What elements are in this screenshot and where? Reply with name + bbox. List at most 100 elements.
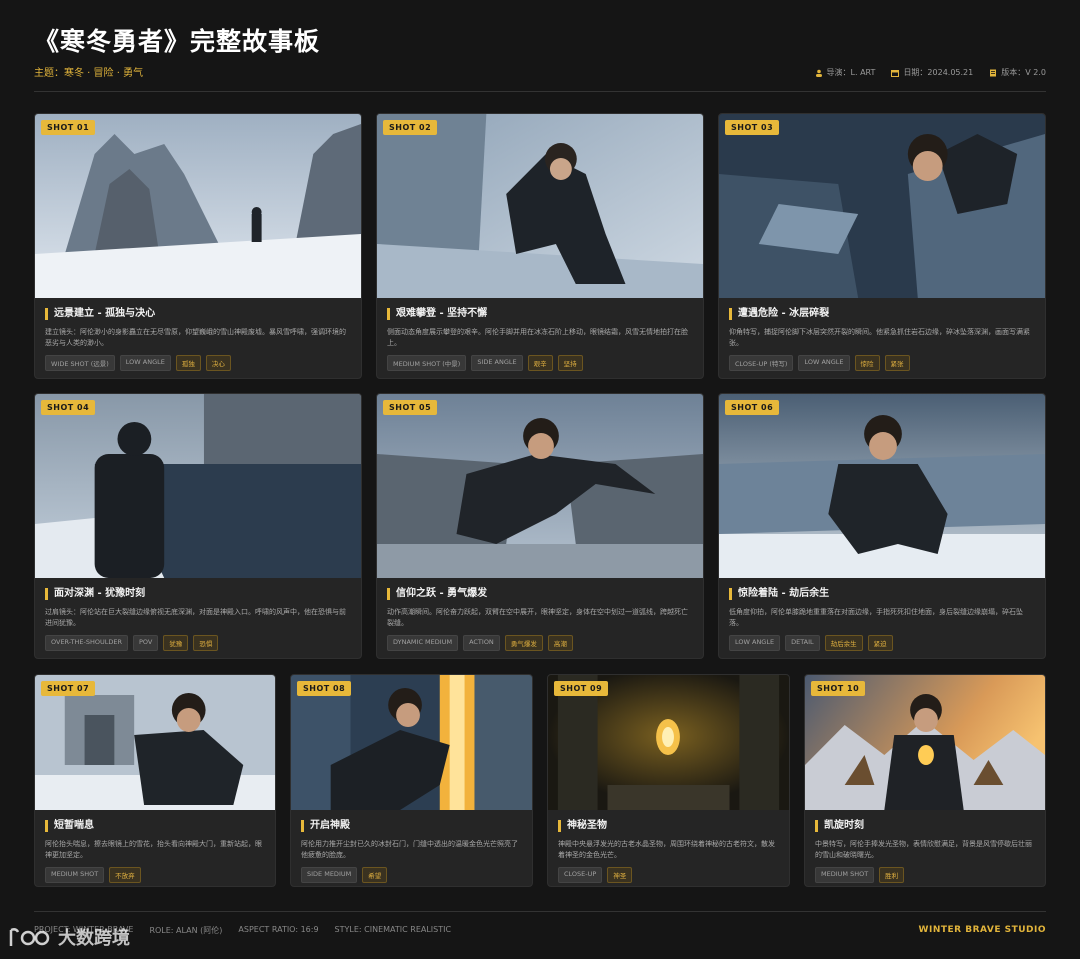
tag: WIDE SHOT (远景) bbox=[45, 355, 115, 371]
meta-info: 导演：L. ART 日期：2024.05.21 版本：V 2.0 bbox=[815, 67, 1046, 78]
shot-title: 远景建立 - 孤独与决心 bbox=[45, 308, 351, 320]
tag: POV bbox=[133, 635, 159, 651]
shot-title: 面对深渊 - 犹豫时刻 bbox=[45, 588, 351, 600]
shot-title: 信仰之跃 - 勇气爆发 bbox=[387, 588, 693, 600]
meta-version: 版本：V 2.0 bbox=[989, 67, 1046, 78]
shot-title: 开启神殿 bbox=[301, 820, 522, 832]
shot-card-10[interactable]: SHOT 10 凯旋时刻 中景特写，阿伦手捧发光圣物，表情欣慰满足，背景是风雪停… bbox=[804, 674, 1046, 887]
mood-tag: 决心 bbox=[205, 355, 231, 371]
tag: OVER-THE-SHOULDER bbox=[45, 635, 129, 651]
footer-divider bbox=[34, 911, 1046, 912]
meta-date: 日期：2024.05.21 bbox=[891, 67, 973, 78]
tag: LOW ANGLE bbox=[729, 635, 781, 651]
shot-image-03 bbox=[719, 114, 1045, 298]
shot-description: 过肩镜头：阿伦站在巨大裂缝边缘俯视无底深渊，对面是神殿入口。呼啸的风声中，他在恐… bbox=[45, 608, 346, 627]
shot-title: 神秘圣物 bbox=[558, 820, 779, 832]
tag: MEDIUM SHOT bbox=[45, 867, 105, 883]
shot-card-03[interactable]: SHOT 03 遭遇危险 - 冰层碎裂 仰角特写，捕捉阿伦脚下冰层突然开裂的瞬间… bbox=[718, 113, 1046, 379]
mood-tag: 劫后余生 bbox=[824, 635, 863, 651]
shot-tags: SIDE MEDIUM 希望 bbox=[301, 867, 522, 883]
tag: SIDE ANGLE bbox=[471, 355, 523, 371]
page-title: 《寒冬勇者》完整故事板 bbox=[34, 27, 321, 56]
storyboard-header: 《寒冬勇者》完整故事板 主题：寒冬 · 冒险 · 勇气 导演：L. ART 日期… bbox=[34, 22, 1046, 92]
shot-card-05[interactable]: SHOT 05 信仰之跃 - 勇气爆发 动作高潮瞬间。阿伦奋力跃起，双臂在空中展… bbox=[376, 393, 704, 659]
shot-badge: SHOT 03 bbox=[725, 120, 780, 135]
tag: SIDE MEDIUM bbox=[301, 867, 358, 883]
shot-card-06[interactable]: SHOT 06 惊险着陆 - 劫后余生 低角度仰拍，阿伦单膝跪地重重落在对面边缘… bbox=[718, 393, 1046, 659]
watermark: 大数跨境 bbox=[8, 924, 130, 950]
tag: ACTION bbox=[463, 635, 500, 651]
shot-description: 神殿中央悬浮发光的古老水晶圣物，周围环绕着神秘的古老符文，散发着神圣的金色光芒。 bbox=[558, 840, 775, 859]
shot-description: 动作高潮瞬间。阿伦奋力跃起，双臂在空中展开，眼神坚定，身体在空中划过一道弧线，跨… bbox=[387, 608, 688, 627]
mood-tag: 胜利 bbox=[879, 867, 905, 883]
shot-title: 凯旋时刻 bbox=[815, 820, 1035, 832]
mood-tag: 孤独 bbox=[175, 355, 201, 371]
shot-card-07[interactable]: SHOT 07 短暂喘息 阿伦抬头喘息，擦去眼镜上的雪花，抬头看向神殿大门，重新… bbox=[34, 674, 276, 887]
document-icon bbox=[990, 69, 997, 76]
shot-card-01[interactable]: SHOT 01 远景建立 - 孤独与决心 建立镜头：阿伦渺小的身影矗立在无尽雪原… bbox=[34, 113, 362, 379]
mood-tag: 坚持 bbox=[557, 355, 583, 371]
mood-tag: 紧张 bbox=[884, 355, 910, 371]
shot-description: 中景特写，阿伦手捧发光圣物，表情欣慰满足，背景是风雪停歇后壮丽的雪山和破晓曙光。 bbox=[815, 840, 1032, 859]
footer-info: PROJECT: WINTER BRAVE ROLE: ALAN (阿伦) AS… bbox=[34, 925, 1046, 936]
shot-description: 低角度仰拍，阿伦单膝跪地重重落在对面边缘，手指死死扣住地面，身后裂缝边缘崩塌，碎… bbox=[729, 608, 1023, 627]
shot-tags: OVER-THE-SHOULDER POV 犹豫 恐惧 bbox=[45, 635, 351, 651]
mood-tag: 惊险 bbox=[854, 355, 880, 371]
page-subtitle: 主题：寒冬 · 冒险 · 勇气 bbox=[34, 68, 144, 79]
meta-director: 导演：L. ART bbox=[815, 67, 876, 78]
shot-image-02 bbox=[377, 114, 703, 298]
shot-image-05 bbox=[377, 394, 703, 578]
shot-image-04 bbox=[35, 394, 361, 578]
mood-tag: 紧迫 bbox=[867, 635, 893, 651]
tag: DYNAMIC MEDIUM bbox=[387, 635, 459, 651]
shot-tags: CLOSE-UP (特写) LOW ANGLE 惊险 紧张 bbox=[729, 355, 1035, 371]
tag: DETAIL bbox=[785, 635, 820, 651]
shot-badge: SHOT 06 bbox=[725, 400, 780, 415]
shot-card-02[interactable]: SHOT 02 艰难攀登 - 坚持不懈 侧面动态角度展示攀登的艰辛。阿伦手脚并用… bbox=[376, 113, 704, 379]
mood-tag: 神圣 bbox=[607, 867, 633, 883]
shot-badge: SHOT 02 bbox=[383, 120, 438, 135]
shot-description: 侧面动态角度展示攀登的艰辛。阿伦手脚并用在冰冻石阶上移动，眼镜结霜，风雪无情地拍… bbox=[387, 328, 688, 347]
shot-tags: MEDIUM SHOT 胜利 bbox=[815, 867, 1035, 883]
footer-aspect: ASPECT RATIO: 16:9 bbox=[238, 925, 319, 934]
shot-title: 艰难攀登 - 坚持不懈 bbox=[387, 308, 693, 320]
meta-version-text: 版本：V 2.0 bbox=[1001, 68, 1046, 77]
mood-tag: 艰辛 bbox=[527, 355, 553, 371]
shot-tags: WIDE SHOT (远景) LOW ANGLE 孤独 决心 bbox=[45, 355, 351, 371]
footer-role: ROLE: ALAN (阿伦) bbox=[149, 926, 223, 935]
mood-tag: 不放弃 bbox=[109, 867, 141, 883]
mood-tag: 犹豫 bbox=[163, 635, 189, 651]
shot-description: 阿伦抬头喘息，擦去眼镜上的雪花，抬头看向神殿大门，重新站起，眼神更加坚定。 bbox=[45, 840, 262, 859]
tag: MEDIUM SHOT bbox=[815, 867, 875, 883]
mood-tag: 恐惧 bbox=[193, 635, 219, 651]
shot-tags: CLOSE-UP 神圣 bbox=[558, 867, 779, 883]
mood-tag: 高潮 bbox=[547, 635, 573, 651]
shot-description: 仰角特写，捕捉阿伦脚下冰层突然开裂的瞬间。他紧急抓住岩石边缘，碎冰坠落深渊，画面… bbox=[729, 328, 1030, 347]
calendar-icon bbox=[891, 69, 900, 77]
meta-director-text: 导演：L. ART bbox=[826, 68, 876, 77]
header-divider bbox=[34, 91, 1046, 92]
tag: CLOSE-UP bbox=[558, 867, 603, 883]
user-icon bbox=[815, 69, 822, 77]
shot-tags: MEDIUM SHOT (中景) SIDE ANGLE 艰辛 坚持 bbox=[387, 355, 693, 371]
shot-tags: MEDIUM SHOT 不放弃 bbox=[45, 867, 265, 883]
shot-badge: SHOT 08 bbox=[297, 681, 352, 696]
mood-tag: 勇气爆发 bbox=[504, 635, 543, 651]
shot-description: 阿伦用力推开尘封已久的冰封石门，门缝中透出的温暖金色光芒照亮了他疲惫的脸庞。 bbox=[301, 840, 518, 859]
shot-card-08[interactable]: SHOT 08 开启神殿 阿伦用力推开尘封已久的冰封石门，门缝中透出的温暖金色光… bbox=[290, 674, 533, 887]
shot-badge: SHOT 07 bbox=[41, 681, 96, 696]
watermark-logo-icon bbox=[9, 928, 50, 946]
tag: LOW ANGLE bbox=[119, 355, 171, 371]
shot-title: 短暂喘息 bbox=[45, 820, 265, 832]
shot-badge: SHOT 05 bbox=[383, 400, 438, 415]
meta-date-text: 日期：2024.05.21 bbox=[903, 68, 974, 77]
shot-card-04[interactable]: SHOT 04 面对深渊 - 犹豫时刻 过肩镜头：阿伦站在巨大裂缝边缘俯视无底深… bbox=[34, 393, 362, 659]
shot-badge: SHOT 04 bbox=[41, 400, 96, 415]
mood-tag: 希望 bbox=[362, 867, 388, 883]
shot-title: 惊险着陆 - 劫后余生 bbox=[729, 588, 1035, 600]
shot-card-09[interactable]: SHOT 09 神秘圣物 神殿中央悬浮发光的古老水晶圣物，周围环绕着神秘的古老符… bbox=[547, 674, 790, 887]
shot-badge: SHOT 01 bbox=[41, 120, 96, 135]
shot-image-01 bbox=[35, 114, 361, 298]
tag: CLOSE-UP (特写) bbox=[729, 355, 794, 371]
shot-badge: SHOT 09 bbox=[554, 681, 609, 696]
